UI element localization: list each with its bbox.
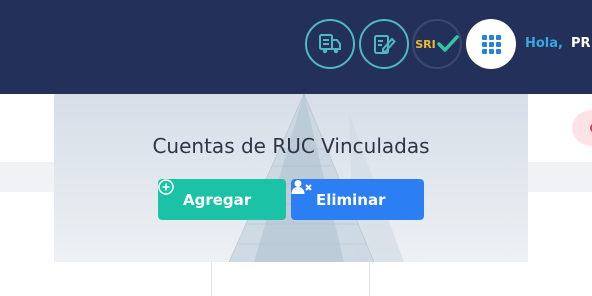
top-navigation-bar: SRI Hola, PR (0, 0, 592, 94)
grid-apps-icon (481, 34, 501, 54)
linked-ruc-card: Cuentas de RUC Vinculadas Agregar Elimin… (54, 94, 528, 296)
edit-document-icon (374, 35, 396, 54)
truck-icon (319, 34, 341, 54)
apps-menu-button[interactable] (466, 19, 516, 69)
card-hero-background: Cuentas de RUC Vinculadas Agregar Elimin… (54, 94, 528, 262)
building-illustration (228, 94, 404, 262)
card-title: Cuentas de RUC Vinculadas (152, 134, 430, 158)
transport-button[interactable] (305, 19, 355, 69)
greeting-text: Hola, (525, 36, 563, 51)
tab-divider (211, 262, 212, 296)
add-button-label: Agregar (183, 190, 252, 209)
documents-button[interactable] (359, 19, 409, 69)
card-tab-row (54, 262, 528, 296)
remove-ruc-button[interactable]: Eliminar (291, 179, 424, 220)
user-name[interactable]: PR (571, 36, 591, 51)
delete-button-label: Eliminar (316, 190, 386, 209)
sri-label: SRI (415, 37, 436, 51)
tab-divider (369, 262, 370, 296)
sri-button[interactable]: SRI (412, 19, 462, 69)
check-icon (437, 35, 459, 52)
add-ruc-button[interactable]: Agregar (158, 179, 286, 220)
